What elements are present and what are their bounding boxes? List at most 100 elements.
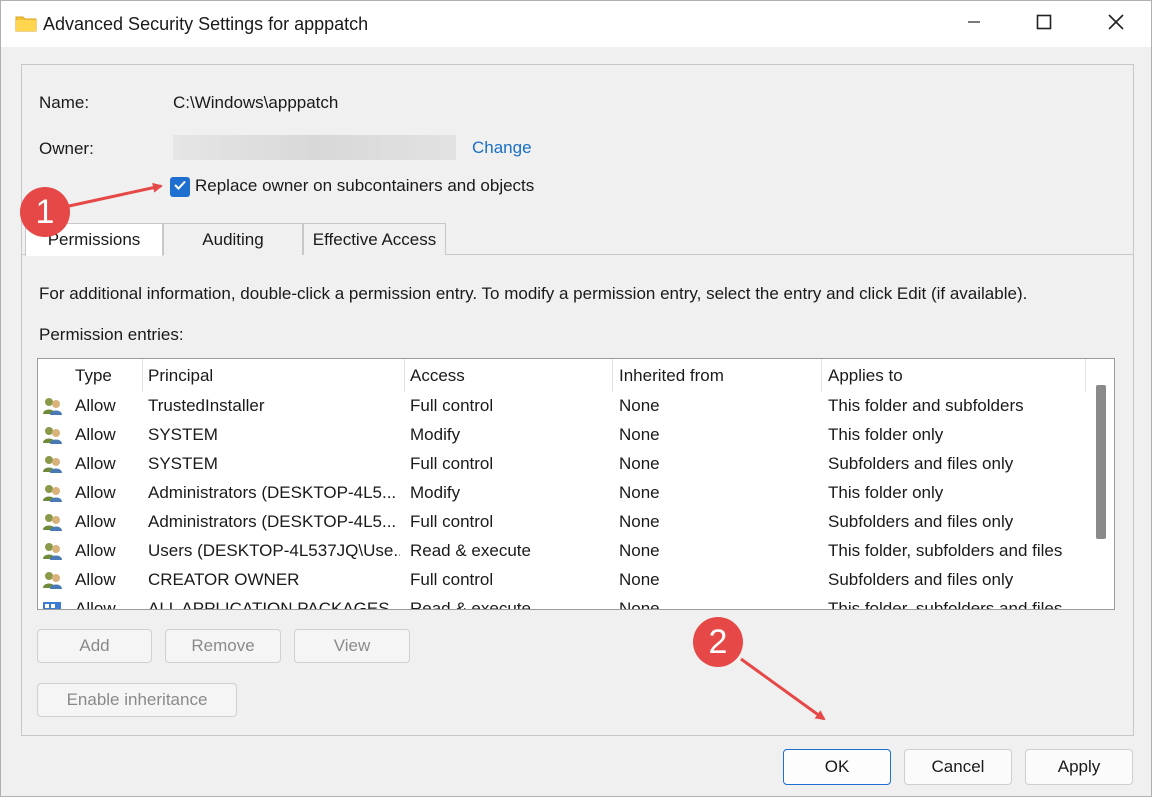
- cell-type: Allow: [75, 570, 116, 589]
- cell-principal: CREATOR OWNER: [148, 570, 300, 589]
- cell-access: Full control: [410, 454, 494, 473]
- cell-access: Modify: [410, 425, 461, 444]
- change-owner-link[interactable]: Change: [472, 138, 532, 158]
- cell-principal: SYSTEM: [148, 425, 218, 444]
- cell-access: Full control: [410, 570, 494, 589]
- owner-label: Owner:: [39, 139, 94, 158]
- column-divider[interactable]: [404, 359, 405, 392]
- cell-inherited-from: None: [619, 425, 660, 444]
- cell-inherited-from: None: [619, 483, 660, 502]
- close-icon: [1108, 13, 1124, 35]
- cell-applies-to: This folder, subfolders and files: [828, 599, 1063, 610]
- column-divider[interactable]: [1085, 359, 1086, 392]
- user-group-icon: [42, 454, 64, 474]
- tab-effective-access[interactable]: Effective Access: [303, 223, 446, 255]
- cell-applies-to: Subfolders and files only: [828, 512, 1014, 531]
- cell-inherited-from: None: [619, 570, 660, 589]
- cell-type: Allow: [75, 454, 116, 473]
- column-divider[interactable]: [612, 359, 613, 392]
- cell-access: Read & execute: [410, 599, 531, 610]
- table-row[interactable]: Allow ALL APPLICATION PACKAGES Read & exec…: [38, 595, 1086, 610]
- cell-inherited-from: None: [619, 599, 660, 610]
- cell-principal: SYSTEM: [148, 454, 218, 473]
- table-row[interactable]: Allow CREATOR OWNER Full control None Subfol…: [38, 566, 1086, 595]
- close-button[interactable]: [1083, 1, 1149, 47]
- scrollbar-thumb[interactable]: [1096, 385, 1106, 539]
- column-header-inherited-from[interactable]: Inherited from: [619, 366, 724, 386]
- cancel-button[interactable]: Cancel: [904, 749, 1012, 785]
- column-divider[interactable]: [142, 359, 143, 392]
- cell-access: Modify: [410, 483, 461, 502]
- table-row[interactable]: Allow Administrators (DESKTOP-4L5... Full …: [38, 508, 1086, 537]
- list-header: Type Principal Access Inherited from App…: [38, 359, 1086, 392]
- maximize-button[interactable]: [1011, 1, 1077, 47]
- column-header-type[interactable]: Type: [75, 366, 112, 386]
- title-bar: Advanced Security Settings for apppatch: [1, 1, 1151, 47]
- minimize-icon: [967, 15, 981, 34]
- minimize-button[interactable]: [941, 1, 1007, 47]
- vertical-scrollbar[interactable]: [1088, 359, 1114, 609]
- cell-type: Allow: [75, 599, 116, 610]
- table-row[interactable]: Allow Administrators (DESKTOP-4L5... Modif…: [38, 479, 1086, 508]
- name-label: Name:: [39, 93, 90, 112]
- table-row[interactable]: Allow SYSTEM Modify None This folder only: [38, 421, 1086, 450]
- user-group-icon: [42, 512, 64, 532]
- checkmark-icon: [173, 178, 187, 197]
- window-title: Advanced Security Settings for apppatch: [43, 14, 369, 34]
- table-row[interactable]: Allow Users (DESKTOP-4L537JQ\Use... Read &…: [38, 537, 1086, 566]
- user-group-icon: [42, 483, 64, 503]
- user-group-icon: [42, 425, 64, 445]
- cell-principal: TrustedInstaller: [148, 396, 265, 415]
- view-button[interactable]: View: [294, 629, 410, 663]
- cell-type: Allow: [75, 425, 116, 444]
- permissions-info-text: For additional information, double-click…: [39, 284, 1028, 303]
- table-row[interactable]: Allow SYSTEM Full control None Subfolders an…: [38, 450, 1086, 479]
- cell-access: Read & execute: [410, 541, 531, 560]
- maximize-icon: [1036, 14, 1052, 35]
- remove-button[interactable]: Remove: [165, 629, 281, 663]
- cell-principal: Users (DESKTOP-4L537JQ\Use...: [148, 541, 400, 560]
- column-header-principal[interactable]: Principal: [148, 366, 213, 386]
- name-value: C:\Windows\apppatch: [173, 93, 339, 112]
- cell-applies-to: This folder only: [828, 483, 944, 502]
- annotation-step-1: 1: [20, 187, 70, 237]
- user-group-icon: [42, 396, 64, 416]
- cell-principal: Administrators (DESKTOP-4L5...: [148, 512, 397, 531]
- cell-applies-to: This folder and subfolders: [828, 396, 1024, 415]
- cell-access: Full control: [410, 396, 494, 415]
- apply-button[interactable]: Apply: [1025, 749, 1133, 785]
- folder-icon: [15, 14, 37, 32]
- enable-inheritance-button[interactable]: Enable inheritance: [37, 683, 237, 717]
- ok-button[interactable]: OK: [783, 749, 891, 785]
- annotation-step-2: 2: [693, 617, 743, 667]
- table-row[interactable]: Allow TrustedInstaller Full control None Thi…: [38, 392, 1086, 421]
- user-group-icon: [42, 570, 64, 590]
- cell-applies-to: Subfolders and files only: [828, 570, 1014, 589]
- user-group-icon: [42, 541, 64, 561]
- cell-inherited-from: None: [619, 512, 660, 531]
- add-button[interactable]: Add: [37, 629, 152, 663]
- app-packages-icon: [42, 599, 64, 609]
- tab-auditing[interactable]: Auditing: [163, 223, 303, 255]
- cell-applies-to: Subfolders and files only: [828, 454, 1014, 473]
- cell-type: Allow: [75, 541, 116, 560]
- permission-entries-label: Permission entries:: [39, 325, 184, 344]
- security-settings-window: Advanced Security Settings for apppatch …: [0, 0, 1152, 797]
- cell-principal: ALL APPLICATION PACKAGES: [148, 599, 390, 610]
- replace-owner-checkbox[interactable]: [170, 177, 190, 197]
- replace-owner-label[interactable]: Replace owner on subcontainers and objec…: [195, 176, 534, 196]
- permission-entries-list[interactable]: Type Principal Access Inherited from App…: [37, 358, 1115, 610]
- column-header-access[interactable]: Access: [410, 366, 465, 386]
- cell-applies-to: This folder, subfolders and files: [828, 541, 1063, 560]
- cell-type: Allow: [75, 396, 116, 415]
- cell-access: Full control: [410, 512, 494, 531]
- cell-inherited-from: None: [619, 454, 660, 473]
- cell-inherited-from: None: [619, 541, 660, 560]
- column-divider[interactable]: [821, 359, 822, 392]
- cell-type: Allow: [75, 483, 116, 502]
- cell-applies-to: This folder only: [828, 425, 944, 444]
- owner-value-redacted: [173, 135, 456, 160]
- column-header-applies-to[interactable]: Applies to: [828, 366, 903, 386]
- cell-inherited-from: None: [619, 396, 660, 415]
- cell-type: Allow: [75, 512, 116, 531]
